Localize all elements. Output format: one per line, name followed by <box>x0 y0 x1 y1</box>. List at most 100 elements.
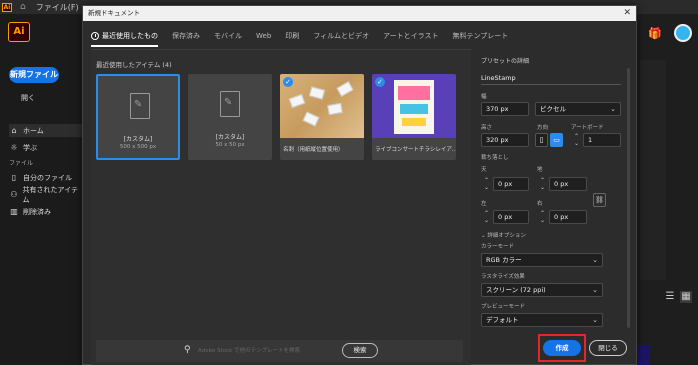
portrait-button[interactable]: ▯ <box>535 133 548 147</box>
bleed-left-stepper[interactable]: ⌃ ⌄ <box>481 210 492 224</box>
sidebar-item-learn[interactable]: ☼ 学ぶ <box>9 141 82 154</box>
chevron-down-icon: ⌄ <box>592 316 598 324</box>
avatar[interactable] <box>674 24 692 42</box>
color-mode-dropdown[interactable]: RGB カラー ⌄ <box>481 253 603 267</box>
recent-card-custom-500[interactable]: [カスタム] 500 x 500 px <box>96 74 180 160</box>
template-caption: 名刺（用紙縦位置使用） <box>283 147 344 153</box>
bleed-right-label: 右 <box>537 201 543 207</box>
tab-mobile[interactable]: モバイル <box>214 31 242 41</box>
preset-name-field[interactable]: LineStamp <box>481 74 516 82</box>
details-heading: プリセットの詳細 <box>481 58 530 65</box>
recent-items-area: 最近使用したアイテム (4) [カスタム] 500 x 500 px [カスタム… <box>91 50 471 365</box>
tab-recent[interactable]: 最近使用したもの <box>91 31 158 47</box>
template-card-business-card[interactable]: ✓ 名刺（用紙縦位置使用） <box>280 74 364 160</box>
color-mode-value: RGB カラー <box>486 256 522 264</box>
bleed-bottom-field[interactable]: 0 px <box>549 177 587 191</box>
sidebar-item-my-files[interactable]: ▯ 自分のファイル <box>9 171 82 184</box>
raster-effects-value: スクリーン (72 ppi) <box>486 286 546 294</box>
artboard-label: アートボード <box>571 125 604 131</box>
search-button[interactable]: 検索 <box>342 343 378 358</box>
background-thumbnail <box>636 345 650 365</box>
bleed-label: 裁ち落とし <box>481 155 509 161</box>
preview-mode-label: プレビューモード <box>481 304 526 310</box>
landscape-icon: ▭ <box>553 136 560 144</box>
sidebar-item-deleted[interactable]: ▥ 削除済み <box>9 205 82 218</box>
sidebar-item-label: ホーム <box>23 126 44 135</box>
recent-items-label: 最近使用したアイテム (4) <box>96 61 172 69</box>
gift-icon[interactable]: 🎁 <box>648 27 662 40</box>
height-field[interactable]: 320 px <box>481 133 529 147</box>
bleed-right-field[interactable]: 0 px <box>549 210 587 224</box>
home-icon[interactable]: ⌂ <box>20 2 26 12</box>
tab-art-illustration[interactable]: アートとイラスト <box>383 31 438 41</box>
advanced-options-label: 詳細オプション <box>487 233 526 239</box>
preview-mode-value: デフォルト <box>486 316 519 324</box>
landscape-button[interactable]: ▭ <box>550 133 563 147</box>
bleed-top-stepper[interactable]: ⌃ ⌄ <box>481 177 492 191</box>
view-toggle: ☰ ▦ <box>664 291 692 303</box>
new-document-dialog: 新規ドキュメント ✕ 最近使用したもの 保存済み モバイル Web 印刷 フィル… <box>82 5 637 365</box>
artboard-stepper[interactable]: ⌃ ⌄ <box>571 133 582 147</box>
stock-search-bar: ⚲ Adobe Stock で他のテンプレートを検索 検索 <box>96 340 463 362</box>
home-icon: ⌂ <box>11 126 17 135</box>
card-size: 50 x 50 px <box>215 142 245 148</box>
clock-icon <box>91 32 99 40</box>
learn-icon: ☼ <box>10 143 18 152</box>
dialog-titlebar: 新規ドキュメント ✕ <box>83 6 636 21</box>
tab-free-templates[interactable]: 無料テンプレート <box>452 31 508 41</box>
card-size: 500 x 500 px <box>119 144 157 150</box>
create-button[interactable]: 作成 <box>543 340 581 356</box>
bleed-left-field[interactable]: 0 px <box>493 210 529 224</box>
sidebar-item-label: 学ぶ <box>23 143 37 152</box>
link-icon: ⛓ <box>595 196 604 204</box>
open-button[interactable]: 開く <box>21 93 35 103</box>
artboard-count-field[interactable]: 1 <box>583 133 621 147</box>
orientation-label: 方向 <box>537 125 549 131</box>
sidebar-item-shared[interactable]: ⚇ 共有されたアイテム <box>9 186 82 204</box>
sidebar-item-label: 自分のファイル <box>23 173 72 182</box>
tab-print[interactable]: 印刷 <box>285 31 299 41</box>
close-icon[interactable]: ✕ <box>623 6 631 21</box>
grid-view-icon[interactable]: ▦ <box>680 291 692 303</box>
search-input[interactable]: Adobe Stock で他のテンプレートを検索 <box>198 346 300 354</box>
advanced-options-toggle[interactable]: ⌄ 詳細オプション <box>481 231 526 239</box>
tab-saved[interactable]: 保存済み <box>172 31 200 41</box>
menu-file[interactable]: ファイル(F) <box>36 2 79 13</box>
document-icon <box>220 91 240 117</box>
sidebar-item-label: 削除済み <box>23 207 51 216</box>
bleed-right-stepper[interactable]: ⌃ ⌄ <box>537 210 548 224</box>
document-icon <box>130 93 150 119</box>
preview-mode-dropdown[interactable]: デフォルト ⌄ <box>481 313 603 327</box>
preset-details-panel: プリセットの詳細 LineStamp 幅 370 px ピクセル ⌄ 高さ 方向… <box>475 50 635 365</box>
chevron-down-icon: ⌄ <box>481 233 486 239</box>
details-scrollbar[interactable] <box>627 68 630 328</box>
link-bleed-button[interactable]: ⛓ <box>593 193 606 207</box>
close-button[interactable]: 閉じる <box>589 340 627 356</box>
portrait-icon: ▯ <box>539 136 544 144</box>
tab-web[interactable]: Web <box>256 32 271 40</box>
sidebar-item-label: 共有されたアイテム <box>22 185 79 204</box>
trash-icon: ▥ <box>10 207 18 216</box>
raster-effects-dropdown[interactable]: スクリーン (72 ppi) ⌄ <box>481 283 603 297</box>
files-section-label: ファイル <box>9 160 34 167</box>
bleed-top-field[interactable]: 0 px <box>493 177 529 191</box>
tab-film-video[interactable]: フィルムとビデオ <box>313 31 369 41</box>
recent-card-custom-50[interactable]: [カスタム] 50 x 50 px <box>188 74 272 160</box>
template-card-concert-flyer[interactable]: ✓ ライブコンサートチラシレイア... <box>372 74 456 160</box>
sidebar-nav: ⌂ ホーム ☼ 学ぶ ファイル ▯ 自分のファイル ⚇ 共有されたアイテム ▥ … <box>9 124 82 222</box>
header-icons: 🎁 <box>648 24 692 42</box>
new-file-button[interactable]: 新規ファイル <box>9 67 59 83</box>
file-icon: ▯ <box>11 173 17 182</box>
tab-label: 最近使用したもの <box>102 32 158 40</box>
unit-dropdown[interactable]: ピクセル ⌄ <box>535 102 621 116</box>
bleed-bottom-stepper[interactable]: ⌃ ⌄ <box>537 177 548 191</box>
sidebar-item-home[interactable]: ⌂ ホーム <box>9 124 82 137</box>
width-field[interactable]: 370 px <box>481 102 529 116</box>
background-panel <box>640 60 666 280</box>
ai-app-icon: Ai <box>2 2 12 12</box>
height-label: 高さ <box>481 125 493 131</box>
name-underline <box>481 84 621 85</box>
bleed-bottom-label: 地 <box>537 167 543 173</box>
list-view-icon[interactable]: ☰ <box>664 291 676 303</box>
color-mode-label: カラーモード <box>481 244 515 250</box>
